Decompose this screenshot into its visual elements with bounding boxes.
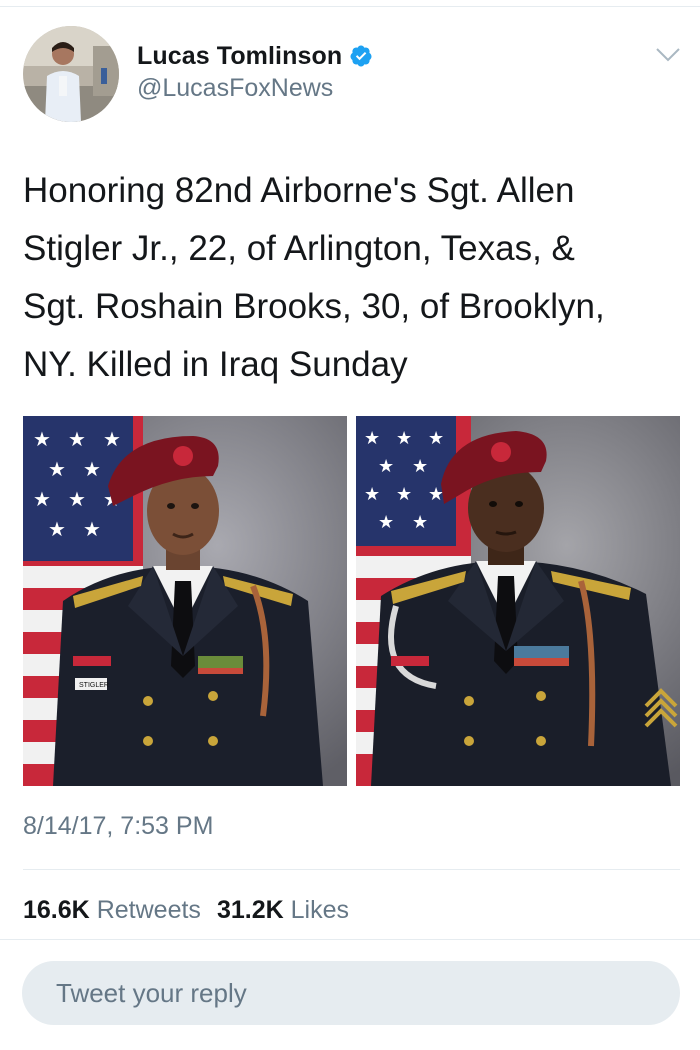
tweet-text-line: Stigler Jr., 22, of Arlington, Texas, &	[23, 229, 575, 268]
tweet-photo-soldier-2[interactable]: ★ ★ ★ ★ ★ ★ ★ ★ ★ ★	[356, 416, 680, 786]
svg-text:★: ★	[68, 489, 86, 511]
author-display-name[interactable]: Lucas Tomlinson	[137, 42, 342, 71]
svg-text:★: ★	[364, 428, 380, 448]
tweet-detail-screen: Lucas Tomlinson @LucasFoxNews Honoring 8…	[0, 0, 700, 1050]
reply-input[interactable]: Tweet your reply	[22, 961, 680, 1025]
engagement-stats: 16.6K Retweets 31.2K Likes	[23, 896, 349, 925]
likes-count[interactable]: 31.2K	[217, 896, 284, 925]
author-handle[interactable]: @LucasFoxNews	[137, 74, 333, 103]
tweet-text: Honoring 82nd Airborne's Sgt. Allen Stig…	[23, 162, 673, 394]
svg-text:★: ★	[378, 456, 394, 476]
svg-text:★: ★	[33, 429, 51, 451]
svg-text:★: ★	[68, 429, 86, 451]
svg-text:★: ★	[396, 428, 412, 448]
name-tag: STIGLER	[79, 682, 109, 689]
svg-text:★: ★	[412, 512, 428, 532]
avatar[interactable]	[23, 26, 119, 122]
top-divider	[0, 6, 700, 7]
svg-text:★: ★	[83, 459, 101, 481]
tweet-timestamp: 8/14/17, 7:53 PM	[23, 812, 214, 840]
tweet-photo-soldier-1[interactable]: ★★★ ★★ ★★★ ★★ STIGLER	[23, 416, 347, 786]
likes-label[interactable]: Likes	[291, 896, 349, 925]
verified-badge-icon	[350, 45, 372, 67]
retweets-count[interactable]: 16.6K	[23, 896, 90, 925]
svg-text:★: ★	[48, 459, 66, 481]
svg-text:★: ★	[103, 429, 121, 451]
retweets-label[interactable]: Retweets	[97, 896, 201, 925]
tweet-text-line: Sgt. Roshain Brooks, 30, of Brooklyn,	[23, 287, 605, 326]
svg-text:★: ★	[364, 484, 380, 504]
svg-text:★: ★	[48, 519, 66, 541]
svg-text:★: ★	[396, 484, 412, 504]
author-name-row[interactable]: Lucas Tomlinson	[137, 40, 373, 72]
chevron-down-icon[interactable]	[655, 46, 681, 64]
svg-text:★: ★	[83, 519, 101, 541]
divider	[0, 939, 700, 940]
divider	[23, 869, 680, 870]
svg-text:★: ★	[428, 428, 444, 448]
tweet-text-line: Honoring 82nd Airborne's Sgt. Allen	[23, 171, 575, 210]
svg-text:★: ★	[33, 489, 51, 511]
svg-text:★: ★	[378, 512, 394, 532]
tweet-text-line: NY. Killed in Iraq Sunday	[23, 345, 408, 384]
svg-text:★: ★	[412, 456, 428, 476]
reply-placeholder: Tweet your reply	[56, 978, 247, 1008]
